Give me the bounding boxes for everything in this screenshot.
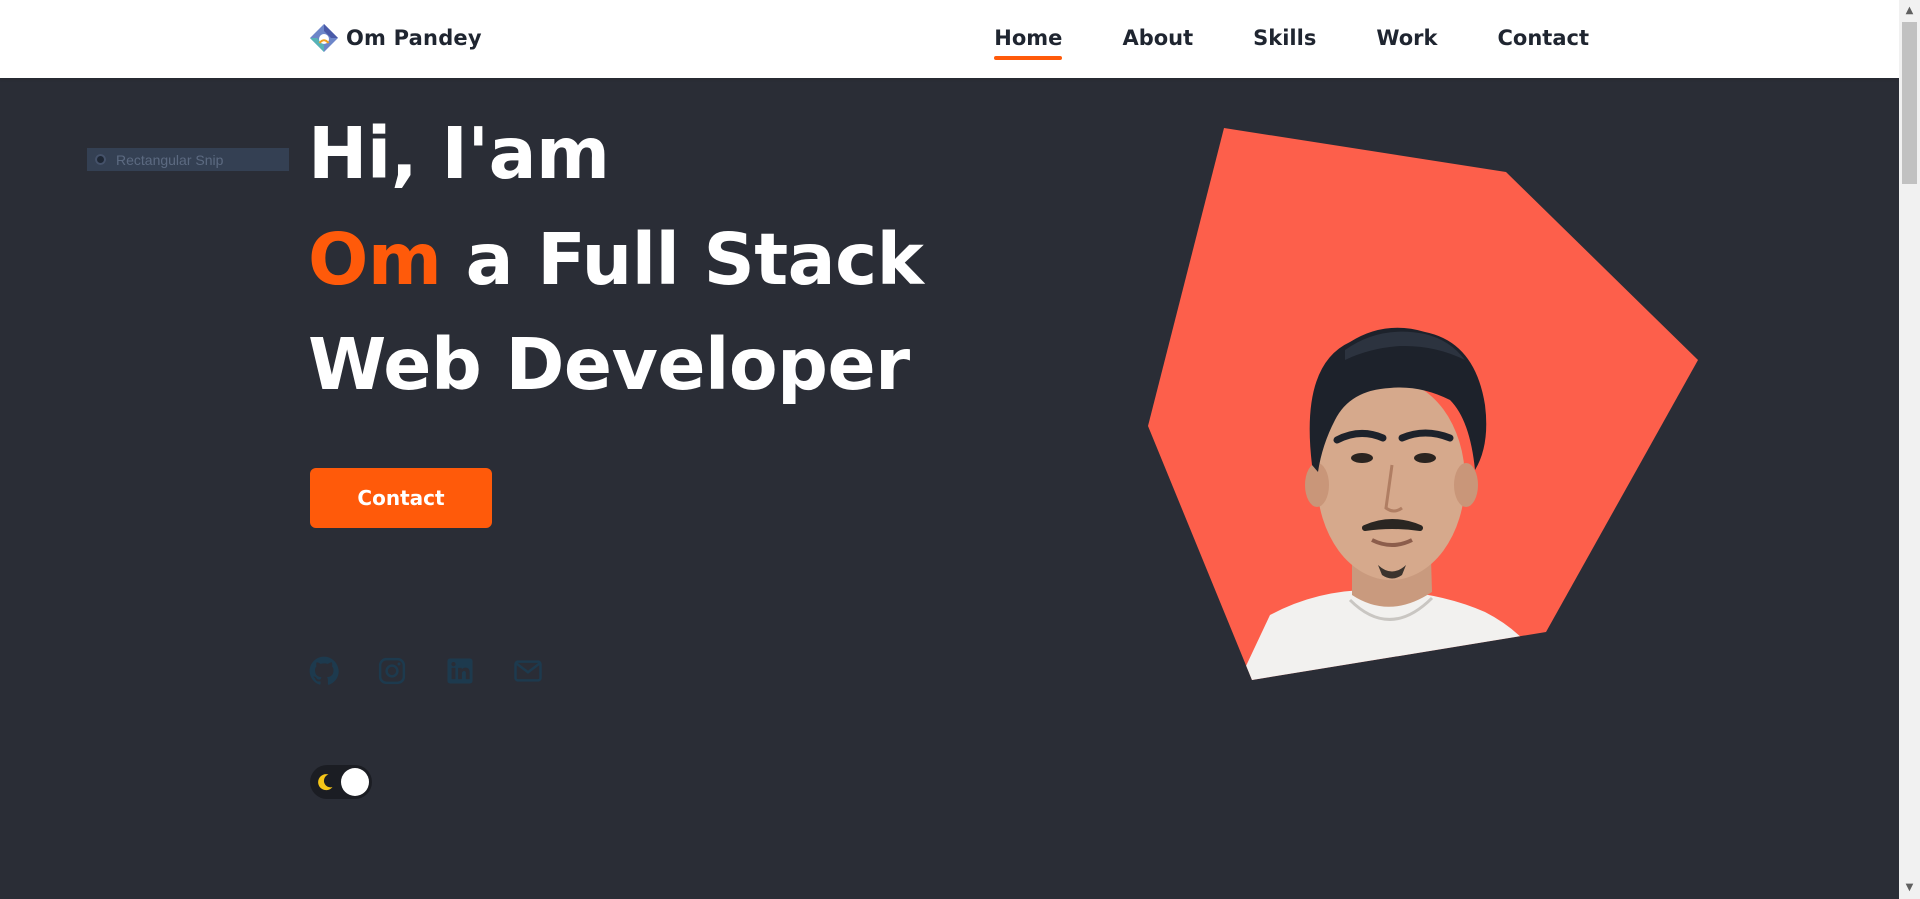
mail-icon[interactable] (513, 656, 543, 686)
rectangular-snip-tooltip: Rectangular Snip (87, 148, 289, 171)
instagram-icon[interactable] (377, 656, 407, 686)
hero-name-line: Om a Full Stack (308, 224, 924, 295)
scroll-thumb[interactable] (1902, 22, 1917, 184)
snip-label: Rectangular Snip (116, 151, 224, 168)
github-icon[interactable] (309, 656, 339, 686)
hero-name: Om (308, 218, 442, 301)
linkedin-icon[interactable] (445, 656, 475, 686)
diamond-logo-icon (310, 24, 338, 52)
hero-role-part2: Web Developer (308, 323, 910, 406)
profile-photo (1148, 128, 1698, 680)
hero-role-part1: a Full Stack (465, 218, 924, 301)
scroll-up-arrow-icon[interactable]: ▲ (1899, 2, 1920, 20)
nav-item-contact[interactable]: Contact (1498, 18, 1590, 68)
vertical-scrollbar[interactable]: ▲ ▼ (1899, 0, 1920, 899)
hero-greeting: Hi, I'am (308, 112, 610, 195)
snip-record-icon (95, 154, 106, 165)
social-links (309, 656, 543, 686)
moon-icon (318, 774, 333, 791)
brand-name: Om Pandey (346, 26, 482, 50)
page: Om Pandey Home About Skills Work Contact… (0, 0, 1920, 899)
toggle-knob (341, 768, 369, 796)
nav-item-work[interactable]: Work (1376, 18, 1437, 68)
theme-toggle[interactable] (310, 765, 372, 799)
brand[interactable]: Om Pandey (308, 22, 482, 54)
nav-item-skills[interactable]: Skills (1253, 18, 1316, 68)
site-header: Om Pandey Home About Skills Work Contact (0, 0, 1899, 78)
nav-item-about[interactable]: About (1122, 18, 1193, 68)
contact-button[interactable]: Contact (310, 468, 492, 528)
main-nav: Home About Skills Work Contact (994, 0, 1589, 78)
scroll-down-arrow-icon[interactable]: ▼ (1899, 879, 1920, 897)
nav-item-home[interactable]: Home (994, 18, 1063, 68)
